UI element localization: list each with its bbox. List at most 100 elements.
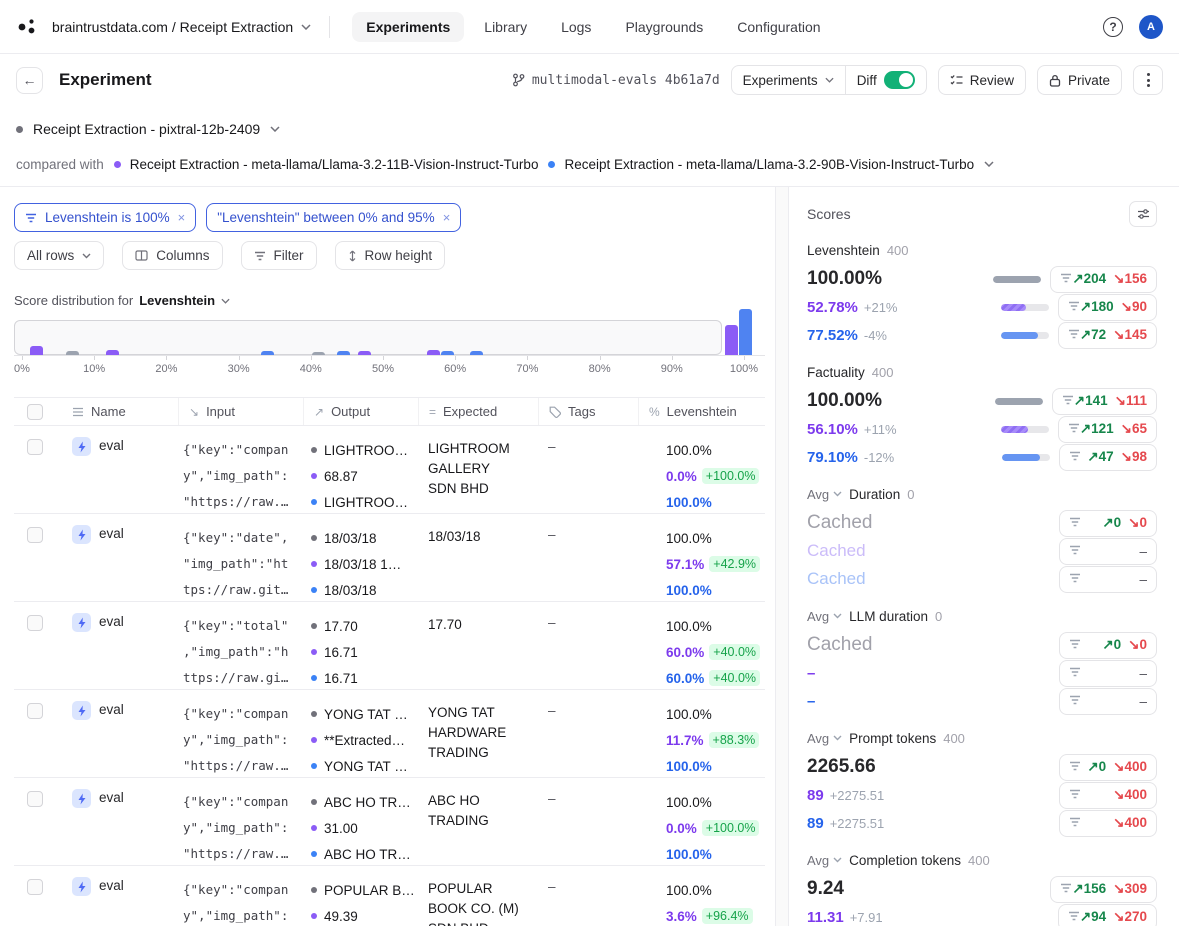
row-checkbox[interactable]	[27, 439, 43, 455]
row-checkbox[interactable]	[27, 879, 43, 895]
back-button[interactable]: ←	[16, 67, 43, 94]
score-filter-chip[interactable]: ↗156↘309	[1050, 876, 1157, 903]
table-row[interactable]: eval{"key":"total","img_path":"https://r…	[14, 602, 765, 690]
chevron-down-icon	[833, 735, 842, 741]
score-filter-chip[interactable]: ↘400	[1059, 810, 1157, 837]
tab-logs[interactable]: Logs	[547, 12, 605, 42]
output-dot-icon	[311, 737, 317, 743]
aggregation-selector[interactable]: Avg	[807, 487, 842, 502]
experiments-dropdown[interactable]: Experiments	[732, 66, 845, 94]
score-name: Levenshtein	[807, 243, 880, 258]
score-filter-chip[interactable]: ↗121↘65	[1058, 416, 1157, 443]
aggregation-selector[interactable]: Avg	[807, 731, 842, 746]
results-pane: Levenshtein is 100%× "Levenshtein" betwee…	[0, 187, 775, 926]
row-output-cell: 18/03/1818/03/18 1…18/03/18	[303, 525, 418, 603]
table-row[interactable]: eval{"key":"company","img_path":"https:/…	[14, 778, 765, 866]
remove-filter-icon[interactable]: ×	[443, 210, 451, 225]
score-filter-chip[interactable]: ↗141↘111	[1052, 388, 1157, 415]
scores-settings-button[interactable]	[1129, 201, 1157, 227]
score-value: 52.78%	[807, 299, 858, 316]
row-checkbox[interactable]	[27, 615, 43, 631]
column-header-tags[interactable]: Tags	[538, 398, 638, 425]
score-filter-chip[interactable]: ↘400	[1059, 782, 1157, 809]
table-row[interactable]: eval{"key":"company","img_path":"https:/…	[14, 690, 765, 778]
row-name-cell: eval	[62, 877, 178, 926]
improvements-count: ↗0	[1102, 515, 1121, 531]
git-ref-label: multimodal-evals 4b61a7d	[532, 73, 720, 88]
score-distribution-selector[interactable]: Score distribution for Levenshtein	[14, 293, 765, 308]
score-value: Cached	[807, 512, 873, 534]
score-filter-chip[interactable]: –	[1059, 688, 1157, 715]
avatar[interactable]: A	[1139, 15, 1163, 39]
filter-chip[interactable]: "Levenshtein" between 0% and 95%×	[206, 203, 461, 232]
score-filter-chip[interactable]: ↗72↘145	[1058, 322, 1157, 349]
filter-icon	[1069, 448, 1081, 466]
score-filter-chip[interactable]: –	[1059, 660, 1157, 687]
more-options-button[interactable]	[1133, 65, 1163, 95]
aggregation-selector[interactable]: Avg	[807, 609, 842, 624]
score-filter-chip[interactable]: ↗0↘0	[1059, 632, 1157, 659]
comparison-experiment[interactable]: Receipt Extraction - meta-llama/Llama-3.…	[114, 157, 539, 172]
column-header-input[interactable]: ↘Input	[178, 398, 303, 425]
breadcrumb[interactable]: braintrustdata.com / Receipt Extraction	[52, 19, 311, 35]
filter-icon	[1069, 786, 1081, 804]
score-section-header: AvgPrompt tokens400	[807, 728, 1157, 748]
column-header-name[interactable]: Name	[62, 398, 178, 425]
score-diff-badge: +100.0%	[702, 468, 760, 484]
table-row[interactable]: eval{"key":"company","img_path":"https:/…	[14, 866, 765, 926]
diff-toggle[interactable]	[884, 71, 915, 89]
tick-label: 20%	[155, 363, 177, 375]
comparison-experiment[interactable]: Receipt Extraction - meta-llama/Llama-3.…	[548, 157, 974, 172]
score-filter-chip[interactable]: –	[1059, 538, 1157, 565]
row-height-button[interactable]: Row height	[335, 241, 446, 270]
all-rows-button[interactable]: All rows	[14, 241, 104, 270]
row-checkbox[interactable]	[27, 791, 43, 807]
score-filter-chip[interactable]: ↗180↘90	[1058, 294, 1157, 321]
columns-button[interactable]: Columns	[122, 241, 222, 270]
column-header-output[interactable]: ↗Output	[303, 398, 418, 425]
score-diff: +11%	[864, 422, 897, 437]
tab-library[interactable]: Library	[470, 12, 541, 42]
tick-mark	[600, 356, 601, 360]
tab-playgrounds[interactable]: Playgrounds	[611, 12, 717, 42]
row-checkbox[interactable]	[27, 703, 43, 719]
filter-button[interactable]: Filter	[241, 241, 317, 270]
table-row[interactable]: eval{"key":"date","img_path":"https://ra…	[14, 514, 765, 602]
chevron-down-icon[interactable]	[984, 161, 994, 167]
score-filter-chip[interactable]: –	[1059, 566, 1157, 593]
tab-configuration[interactable]: Configuration	[723, 12, 834, 42]
filter-chip[interactable]: Levenshtein is 100%×	[14, 203, 196, 232]
row-checkbox[interactable]	[27, 527, 43, 543]
input-line: {"key":"total"	[183, 613, 303, 639]
output-text: 16.71	[324, 645, 358, 660]
help-icon[interactable]: ?	[1103, 17, 1123, 37]
column-header-expected[interactable]: =Expected	[418, 398, 538, 425]
pane-divider[interactable]	[775, 187, 789, 926]
distribution-selection[interactable]	[14, 320, 722, 355]
remove-filter-icon[interactable]: ×	[178, 210, 186, 225]
score-filter-chip[interactable]: ↗0↘400	[1059, 754, 1157, 781]
experiment-selector[interactable]: Receipt Extraction - pixtral-12b-2409	[16, 114, 1163, 144]
column-header-levenshtein[interactable]: %Levenshtein	[638, 398, 765, 425]
aggregation-selector[interactable]: Avg	[807, 853, 842, 868]
score-value: 100.0%	[666, 847, 712, 862]
score-distribution-chart[interactable]	[14, 320, 765, 355]
tab-experiments[interactable]: Experiments	[352, 12, 464, 42]
improvements-count: ↗141	[1074, 393, 1108, 409]
select-all-checkbox[interactable]	[27, 404, 43, 420]
review-button[interactable]: Review	[938, 65, 1026, 95]
score-filter-chip[interactable]: ↗47↘98	[1059, 444, 1157, 471]
comparison-dot-icon	[548, 161, 555, 168]
comparison-name: Receipt Extraction - meta-llama/Llama-3.…	[564, 157, 974, 172]
chevron-down-icon	[82, 253, 91, 259]
score-value: 0.0%	[666, 821, 697, 836]
score-count: 400	[887, 243, 909, 258]
row-name-cell: eval	[62, 789, 178, 867]
score-row: 89+2275.51↘400	[807, 809, 1157, 837]
score-filter-chip[interactable]: ↗204↘156	[1050, 266, 1157, 293]
regressions-count: ↘400	[1113, 815, 1147, 831]
score-filter-chip[interactable]: ↗0↘0	[1059, 510, 1157, 537]
table-row[interactable]: eval{"key":"company","img_path":"https:/…	[14, 426, 765, 514]
private-button[interactable]: Private	[1037, 65, 1122, 95]
score-filter-chip[interactable]: ↗94↘270	[1058, 904, 1157, 926]
